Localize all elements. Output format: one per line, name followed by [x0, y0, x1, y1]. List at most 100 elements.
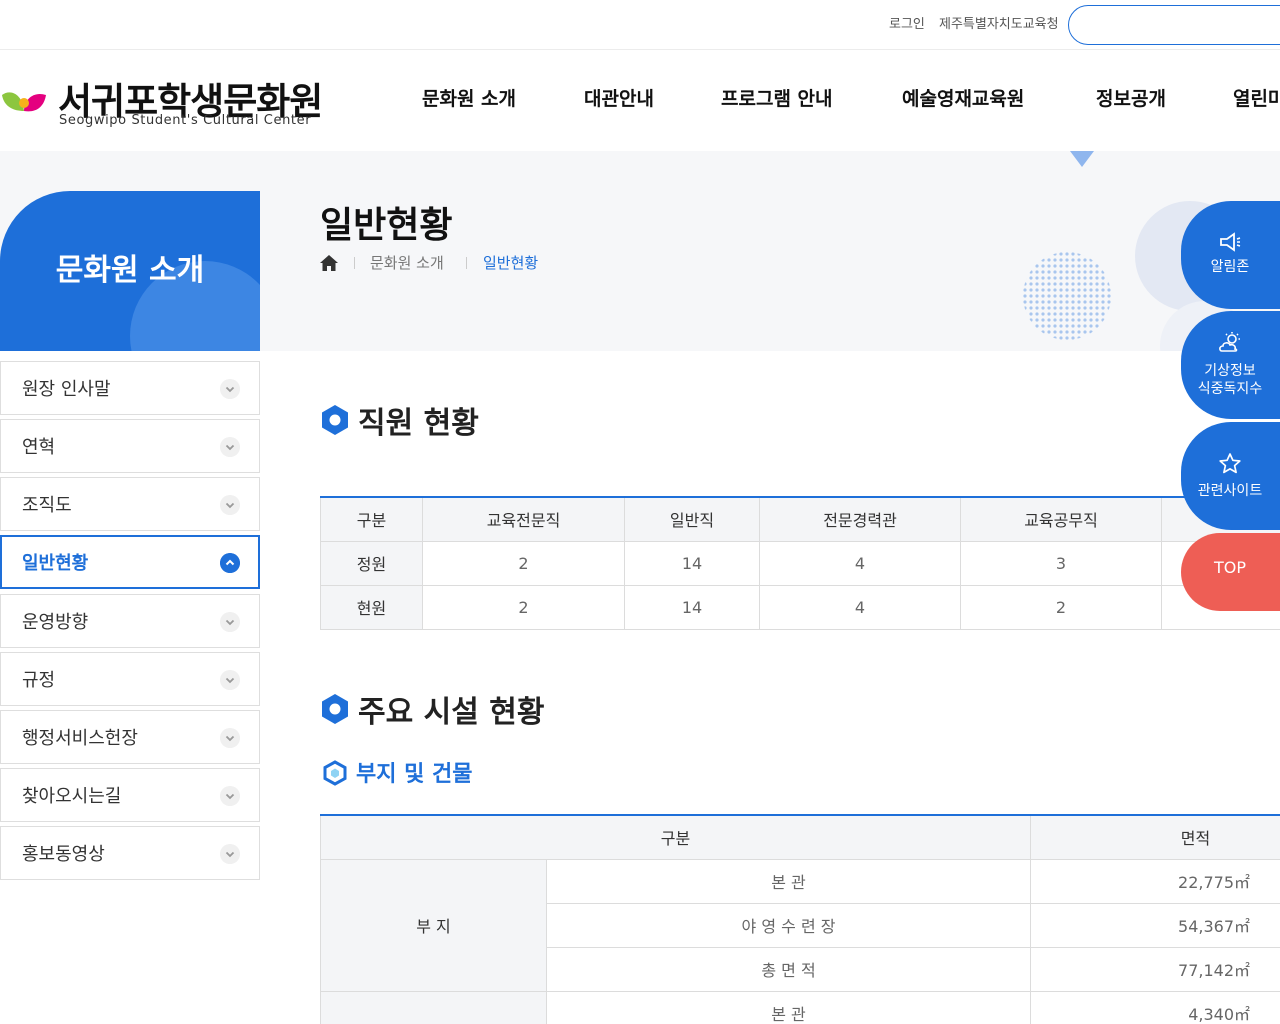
gnb-item-open[interactable]: 열린마 [1233, 84, 1280, 111]
table-cell: 야 영 수 련 장 [545, 902, 1032, 948]
facility-subheading-text: 부지 및 건물 [356, 762, 473, 787]
hexagon-bullet-icon [322, 694, 348, 724]
facility-heading: 주요 시설 현황 [320, 687, 620, 730]
lnb-item-label: 연혁 [22, 437, 56, 458]
table-cell: 총 면 적 [545, 946, 1032, 992]
breadcrumb-current[interactable]: 일반현황 [483, 252, 538, 273]
lnb-item-label: 규정 [22, 670, 56, 691]
row-group-header: 부 지 [320, 858, 547, 992]
staff-heading: 직원 현황 [320, 398, 620, 441]
table-cell: 14 [624, 540, 760, 586]
quick-food-poisoning-label: 식중독지수 [1197, 381, 1263, 397]
row-group-header [320, 990, 547, 1024]
chevron-down-icon [220, 728, 240, 748]
lnb-item-service-charter[interactable]: 행정서비스헌장 [0, 710, 260, 764]
quick-related-sites-button[interactable]: 관련사이트 [1181, 422, 1280, 530]
top-utility-bar: 로그인 제주특별자치도교육청 [0, 0, 1280, 50]
lnb-item-label: 홍보동영상 [22, 844, 105, 865]
lnb-item-label: 원장 인사말 [22, 379, 111, 400]
table-cell: 4 [759, 584, 961, 630]
facility-heading-text: 주요 시설 현황 [358, 695, 545, 730]
table-cell: 3 [960, 540, 1162, 586]
table-cell: 2 [422, 540, 625, 586]
table-header-row: 구분 교육전문직 일반직 전문경력관 교육공무직 [320, 496, 1280, 542]
lnb-item-greeting[interactable]: 원장 인사말 [0, 361, 260, 415]
lnb-item-label: 운영방향 [22, 612, 89, 633]
chevron-up-icon [220, 553, 240, 573]
table-cell: 77,142㎡ [1030, 946, 1280, 992]
lnb-item-promo-video[interactable]: 홍보동영상 [0, 826, 260, 880]
site-header: 서귀포학생문화원 Seogwipo Student's Cultural Cen… [0, 51, 1280, 151]
row-header: 정원 [320, 540, 423, 586]
row-header: 현원 [320, 584, 423, 630]
table-cell: 2 [422, 584, 625, 630]
lnb-item-label: 조직도 [22, 495, 72, 516]
decor-dots [1023, 252, 1111, 340]
home-icon[interactable] [320, 255, 338, 271]
quick-notice-button[interactable]: 알림존 [1181, 201, 1280, 309]
search-input[interactable] [1068, 5, 1280, 45]
facility-table: 구분 면적 부 지 본 관 22,775㎡ 야 영 수 련 장 54,367㎡ … [319, 814, 1280, 1024]
menu-pointer-icon [1070, 151, 1094, 167]
chevron-down-icon [220, 495, 240, 515]
column-header: 교육전문직 [422, 496, 625, 542]
table-row: 본 관 4,340㎡ [320, 990, 1280, 1024]
gnb-item-disclosure[interactable]: 정보공개 [1096, 84, 1166, 111]
lnb-header: 문화원 소개 [0, 191, 260, 351]
lnb-item-history[interactable]: 연혁 [0, 419, 260, 473]
chevron-down-icon [220, 437, 240, 457]
lnb-item-organization[interactable]: 조직도 [0, 477, 260, 531]
lnb-item-directions[interactable]: 찾아오시는길 [0, 768, 260, 822]
lnb-item-label: 행정서비스헌장 [22, 728, 138, 749]
table-cell: 본 관 [545, 858, 1032, 904]
login-link[interactable]: 로그인 [889, 13, 925, 32]
quick-weather-label: 기상정보 [1204, 363, 1256, 379]
column-header: 일반직 [624, 496, 760, 542]
column-header: 교육공무직 [960, 496, 1162, 542]
star-icon [1219, 453, 1241, 474]
office-link[interactable]: 제주특별자치도교육청 [939, 13, 1059, 32]
table-cell: 4,340㎡ [1030, 990, 1280, 1024]
staff-heading-text: 직원 현황 [358, 406, 479, 441]
gnb-item-rental[interactable]: 대관안내 [584, 84, 654, 111]
page-title: 일반현황 [320, 205, 453, 246]
hexagon-bullet-icon [322, 405, 348, 435]
lnb-title: 문화원 소개 [55, 253, 205, 288]
scroll-top-label: TOP [1213, 558, 1246, 577]
gnb-item-program[interactable]: 프로그램 안내 [721, 84, 833, 111]
weather-icon [1219, 332, 1240, 352]
lnb-item-label: 일반현황 [22, 553, 89, 574]
chevron-down-icon [220, 612, 240, 632]
lnb-item-rules[interactable]: 규정 [0, 652, 260, 706]
table-cell: 본 관 [545, 990, 1032, 1024]
megaphone-icon [1220, 232, 1241, 252]
column-header: 전문경력관 [759, 496, 961, 542]
chevron-down-icon [220, 844, 240, 864]
table-cell: 22,775㎡ [1030, 858, 1280, 904]
logo-subtitle: Seogwipo Student's Cultural Center [59, 113, 312, 128]
column-header: 구분 [319, 814, 1032, 860]
table-row: 부 지 본 관 22,775㎡ [320, 858, 1280, 992]
quick-weather-button[interactable]: 기상정보 식중독지수 [1181, 311, 1280, 419]
logo-icon[interactable] [0, 81, 50, 121]
table-row: 현원 2 14 4 2 [320, 584, 1280, 630]
lnb-item-general-status[interactable]: 일반현황 [0, 535, 260, 589]
table-cell: 54,367㎡ [1030, 902, 1280, 948]
lnb-item-direction[interactable]: 운영방향 [0, 594, 260, 648]
column-header: 면적 [1030, 814, 1280, 860]
chevron-down-icon [220, 670, 240, 690]
cube-icon [323, 760, 347, 786]
scroll-top-button[interactable]: TOP [1181, 533, 1280, 611]
table-cell: 14 [624, 584, 760, 630]
staff-table: 구분 교육전문직 일반직 전문경력관 교육공무직 정원 2 14 4 3 현원 … [320, 496, 1280, 630]
page: 로그인 제주특별자치도교육청 서귀포학생문화원 Seogwipo Student… [0, 0, 1280, 1024]
breadcrumb-item[interactable]: 문화원 소개 [370, 252, 444, 273]
chevron-down-icon [220, 379, 240, 399]
gnb-item-about[interactable]: 문화원 소개 [422, 84, 516, 111]
table-row: 정원 2 14 4 3 [320, 540, 1280, 586]
gnb-item-art-academy[interactable]: 예술영재교육원 [902, 84, 1024, 111]
breadcrumb-divider [466, 257, 467, 269]
breadcrumb-divider [354, 257, 355, 269]
table-cell: 4 [759, 540, 961, 586]
facility-subheading: 부지 및 건물 [322, 756, 522, 787]
